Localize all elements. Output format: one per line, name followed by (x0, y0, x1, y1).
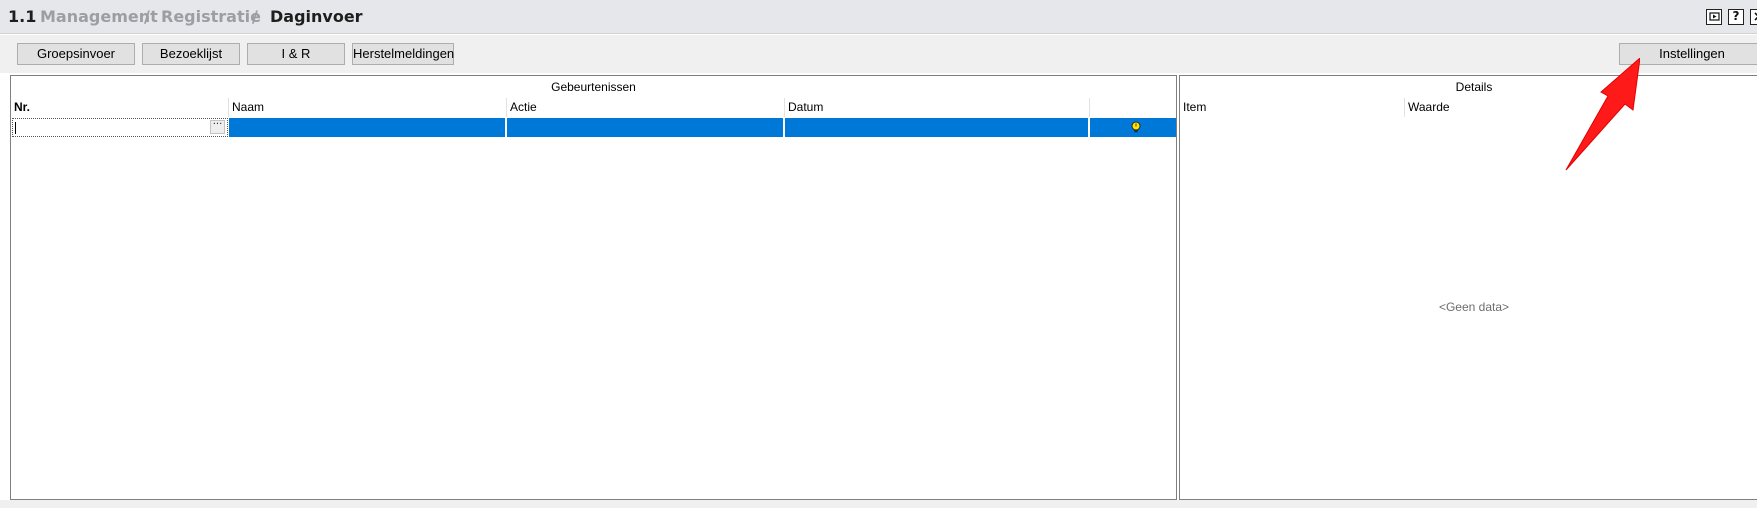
breadcrumb-separator: / (144, 7, 150, 26)
ellipsis-button[interactable]: ··· (210, 120, 225, 134)
table-row[interactable]: ··· (11, 118, 1176, 137)
column-header-nr[interactable]: Nr. (11, 98, 229, 117)
column-header-naam[interactable]: Naam (229, 98, 507, 117)
actie-cell[interactable] (507, 118, 784, 137)
naam-cell[interactable] (229, 118, 506, 137)
lightbulb-icon (1131, 121, 1141, 133)
datum-cell[interactable] (785, 118, 1089, 137)
i-en-r-button[interactable]: I & R (247, 43, 345, 65)
instellingen-button[interactable]: Instellingen (1619, 43, 1757, 65)
title-bar: 1.1 Management / Registratie / Daginvoer… (0, 0, 1757, 34)
empty-state-text: <Geen data> (1438, 300, 1510, 314)
module-number: 1.1 (8, 7, 37, 26)
nr-input[interactable]: ··· (12, 118, 228, 137)
help-icon[interactable]: ? (1728, 9, 1744, 25)
breadcrumb-management[interactable]: Management (40, 8, 158, 26)
status-cell[interactable] (1090, 118, 1176, 137)
herstelmeldingen-button[interactable]: Herstelmeldingen (352, 43, 454, 65)
bezoeklijst-button[interactable]: Bezoeklijst (142, 43, 240, 65)
column-header-item[interactable]: Item (1180, 98, 1405, 117)
breadcrumb-registratie[interactable]: Registratie (161, 8, 261, 26)
app-window: 1.1 Management / Registratie / Daginvoer… (0, 0, 1757, 508)
play-icon (1708, 12, 1720, 21)
status-strip (0, 500, 1757, 508)
groepsinvoer-button[interactable]: Groepsinvoer (17, 43, 135, 65)
page-title: Daginvoer (270, 7, 363, 26)
column-header-waarde[interactable]: Waarde (1405, 98, 1757, 117)
details-grid-title: Details (1455, 80, 1493, 94)
column-header-status (1090, 98, 1176, 117)
play-window-icon[interactable] (1706, 9, 1722, 25)
details-grid: Details Item Waarde <Geen data> (1179, 75, 1757, 500)
column-header-datum[interactable]: Datum (785, 98, 1090, 117)
breadcrumb-separator: / (252, 7, 258, 26)
x-glyph (1753, 12, 1757, 21)
text-caret (15, 122, 16, 134)
column-header-actie[interactable]: Actie (507, 98, 785, 117)
close-icon[interactable] (1750, 9, 1757, 25)
events-grid-title: Gebeurtenissen (551, 80, 636, 94)
toolbar: Groepsinvoer Bezoeklijst I & R Herstelme… (0, 35, 1757, 73)
events-grid: Gebeurtenissen Nr. Naam Actie Datum ··· (10, 75, 1177, 500)
